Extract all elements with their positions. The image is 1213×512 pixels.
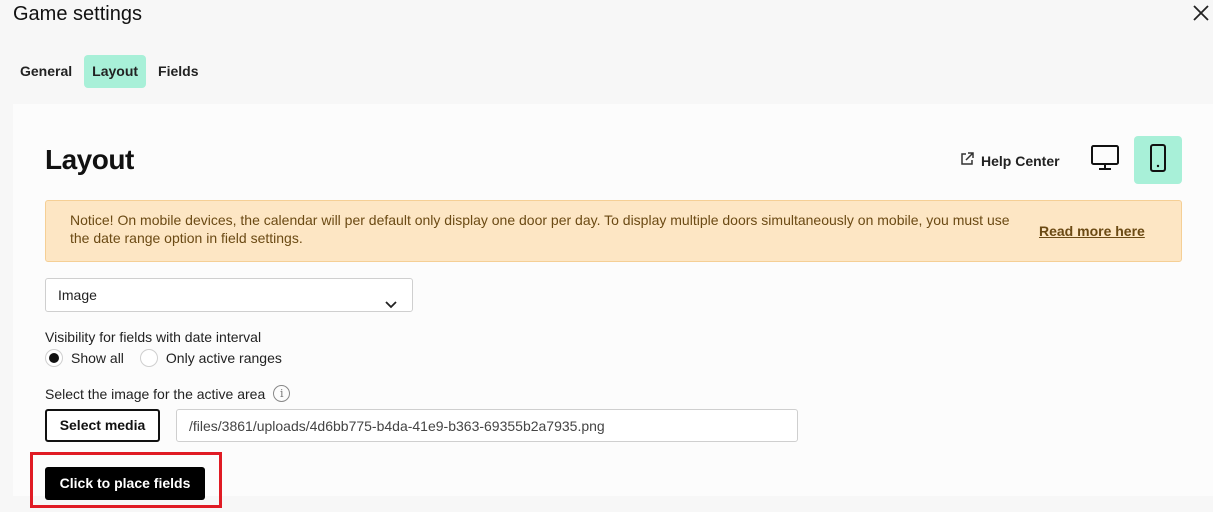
- smartphone-icon: [1148, 143, 1168, 178]
- monitor-icon: [1090, 144, 1120, 177]
- help-center-label: Help Center: [981, 152, 1060, 169]
- desktop-view-button[interactable]: [1081, 136, 1129, 184]
- mobile-view-button[interactable]: [1134, 136, 1182, 184]
- place-fields-button[interactable]: Click to place fields: [45, 467, 205, 500]
- image-select-label: Select the image for the active area: [45, 385, 266, 402]
- visibility-radio-group: Show all Only active ranges: [45, 349, 298, 367]
- only-active-ranges-label[interactable]: Only active ranges: [166, 350, 282, 366]
- tab-bar: General Layout Fields: [12, 55, 207, 88]
- notice-text: Notice! On mobile devices, the calendar …: [70, 212, 1010, 246]
- layout-panel: Layout Help Center Notice! On mobile dev…: [13, 104, 1213, 496]
- select-media-button[interactable]: Select media: [45, 409, 160, 442]
- external-link-icon: [959, 151, 975, 170]
- help-center-link[interactable]: Help Center: [959, 151, 1060, 170]
- show-all-radio[interactable]: [45, 349, 63, 367]
- read-more-link[interactable]: Read more here: [1039, 223, 1145, 239]
- layout-type-select[interactable]: Image: [45, 278, 413, 312]
- page-title: Layout: [45, 144, 134, 175]
- tab-layout[interactable]: Layout: [84, 55, 147, 88]
- game-settings-dialog: Game settings General Layout Fields Layo…: [0, 0, 1213, 512]
- image-path-input[interactable]: [176, 409, 798, 442]
- tab-general[interactable]: General: [12, 55, 80, 88]
- layout-type-value: Image: [58, 287, 97, 303]
- tab-fields[interactable]: Fields: [150, 55, 206, 88]
- image-select-label-row: Select the image for the active area i: [45, 385, 291, 402]
- dialog-title: Game settings: [13, 3, 142, 25]
- notice-banner: Notice! On mobile devices, the calendar …: [45, 200, 1182, 262]
- only-active-ranges-radio[interactable]: [139, 349, 158, 367]
- info-icon[interactable]: i: [273, 385, 291, 402]
- visibility-label: Visibility for fields with date interval: [45, 329, 262, 345]
- chevron-down-icon: [384, 289, 398, 321]
- show-all-label[interactable]: Show all: [71, 350, 124, 366]
- close-icon[interactable]: [1190, 2, 1212, 24]
